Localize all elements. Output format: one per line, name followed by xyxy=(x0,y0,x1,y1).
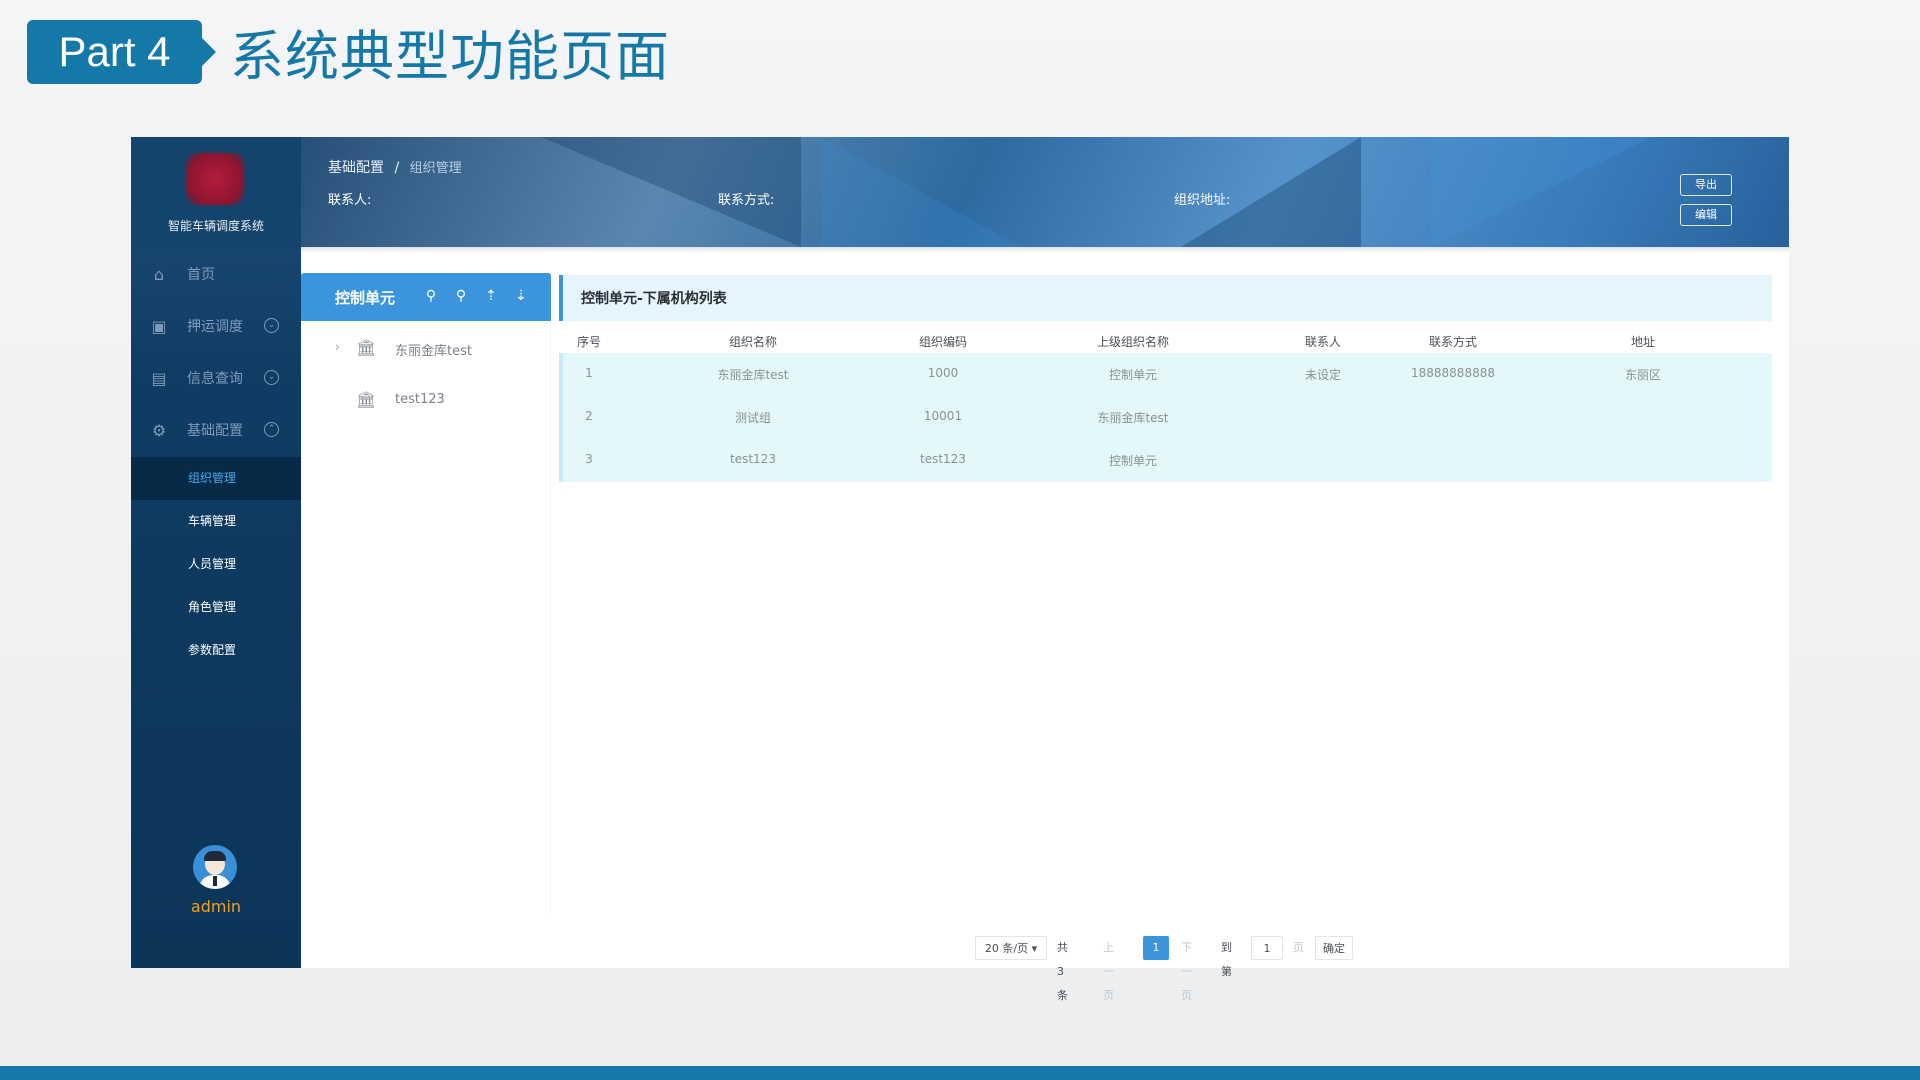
table-header-bar: 控制单元-下属机构列表 xyxy=(559,275,1772,321)
part-badge-arrow xyxy=(202,38,216,66)
next-page-button[interactable]: 下一页 xyxy=(1181,936,1192,1002)
home-icon: ⌂ xyxy=(153,265,165,284)
sort-asc-icon[interactable]: ⇡ xyxy=(481,286,501,306)
phone-label: 联系方式: xyxy=(718,193,775,208)
bank-icon: 🏛 xyxy=(356,390,377,409)
remove-node-icon[interactable]: ⚲ xyxy=(451,286,471,306)
avatar[interactable] xyxy=(193,845,237,889)
tree-title[interactable]: 控制单元 xyxy=(335,287,395,308)
column-header: 地址 xyxy=(1630,335,1655,349)
column-header: 上级组织名称 xyxy=(1096,335,1169,349)
sidebar: 智能车辆调度系统 ⌂ 首页 ▣ 押运调度 ⌄ ▤ 信息查询 ⌄ ⚙ 基础配置 ⌃… xyxy=(131,137,301,968)
subnav-vehicle[interactable]: 车辆管理 xyxy=(131,500,301,543)
subnav-org[interactable]: 组织管理 xyxy=(131,457,301,500)
caret-down-icon: ▾ xyxy=(1031,942,1038,955)
cell-parent-org: 控制单元 xyxy=(1108,454,1157,468)
column-header: 组织编码 xyxy=(918,335,967,349)
cell-org-name: 测试组 xyxy=(734,411,771,425)
page-number-current[interactable]: 1 xyxy=(1143,936,1169,960)
org-tree-panel: 控制单元 ⚲ ⚲ ⇡ ⇣ › 🏛 东丽金库test 🏛 test123 xyxy=(301,273,551,913)
nav-label: 首页 xyxy=(187,267,215,283)
sort-desc-icon[interactable]: ⇣ xyxy=(511,286,531,306)
cell-org-code: test123 xyxy=(920,452,966,466)
sub-org-table-panel: 控制单元-下属机构列表 序号 组织名称 组织编码 上级组织名称 联系人 联系方式… xyxy=(559,275,1772,915)
nav-label: 基础配置 xyxy=(187,423,243,439)
table-row[interactable]: 1 东丽金库test 1000 控制单元 未设定 18888888888 东丽区 xyxy=(559,353,1772,396)
edit-button[interactable]: 编辑 xyxy=(1680,204,1732,226)
subnav-personnel[interactable]: 人员管理 xyxy=(131,543,301,586)
page-unit: 页 xyxy=(1293,941,1304,954)
cell-org-name: test123 xyxy=(730,452,776,466)
breadcrumb: 基础配置 / 组织管理 xyxy=(328,157,462,177)
logo-area: 智能车辆调度系统 xyxy=(131,137,301,249)
goto-label: 到第 xyxy=(1221,941,1232,978)
header-banner: 基础配置 / 组织管理 联系人: 联系方式: 组织地址: xyxy=(301,137,1789,247)
slide-title: 系统典型功能页面 xyxy=(230,25,670,88)
table-row[interactable]: 2 测试组 10001 东丽金库test xyxy=(559,396,1772,439)
column-header: 组织名称 xyxy=(728,335,777,349)
tree-node-label: test123 xyxy=(395,392,445,407)
truck-icon: ▣ xyxy=(151,317,167,336)
tree-node[interactable]: › 🏛 东丽金库test xyxy=(301,329,551,369)
cell-index: 1 xyxy=(585,366,593,380)
system-name: 智能车辆调度系统 xyxy=(167,219,264,233)
nav-item-config[interactable]: ⚙ 基础配置 ⌃ xyxy=(131,405,301,457)
part-badge: Part 4 xyxy=(27,20,202,84)
table-title: 控制单元-下属机构列表 xyxy=(581,291,727,307)
cell-parent-org: 东丽金库test xyxy=(1097,411,1169,425)
cell-org-name: 东丽金库test xyxy=(717,368,789,382)
app-window: 智能车辆调度系统 ⌂ 首页 ▣ 押运调度 ⌄ ▤ 信息查询 ⌄ ⚙ 基础配置 ⌃… xyxy=(131,137,1789,968)
tree-node[interactable]: 🏛 test123 xyxy=(301,381,551,421)
breadcrumb-current: 组织管理 xyxy=(409,161,462,176)
goto-page-input[interactable]: 1 xyxy=(1251,936,1283,960)
cell-org-code: 1000 xyxy=(927,366,959,380)
total-count: 共 3 条 xyxy=(1057,941,1068,1002)
chevron-down-icon: ⌄ xyxy=(264,370,279,385)
contact-label: 联系人: xyxy=(328,193,372,208)
gear-icon: ⚙ xyxy=(151,421,167,440)
cell-contact: 未设定 xyxy=(1304,368,1341,382)
bank-icon: 🏛 xyxy=(356,338,377,357)
cell-address: 东丽区 xyxy=(1624,368,1661,382)
nav-label: 押运调度 xyxy=(187,319,243,335)
subnav-role[interactable]: 角色管理 xyxy=(131,586,301,629)
address-label: 组织地址: xyxy=(1174,193,1231,208)
export-button[interactable]: 导出 xyxy=(1680,174,1732,196)
nav-item-home[interactable]: ⌂ 首页 xyxy=(131,249,301,301)
chevron-right-icon[interactable]: › xyxy=(335,340,340,354)
tree-node-label: 东丽金库test xyxy=(395,344,472,359)
breadcrumb-separator: / xyxy=(394,160,400,176)
page-size-value: 20 条/页 xyxy=(984,942,1029,955)
page-size-select[interactable]: 20 条/页 ▾ xyxy=(975,936,1047,960)
cell-parent-org: 控制单元 xyxy=(1108,368,1157,382)
chevron-down-icon: ⌄ xyxy=(264,318,279,333)
cell-org-code: 10001 xyxy=(923,409,963,423)
breadcrumb-parent[interactable]: 基础配置 xyxy=(328,160,384,176)
cell-phone: 18888888888 xyxy=(1411,366,1495,380)
tree-header: 控制单元 ⚲ ⚲ ⇡ ⇣ xyxy=(301,273,551,321)
logo-icon xyxy=(186,153,244,205)
nav-item-dispatch[interactable]: ▣ 押运调度 ⌄ xyxy=(131,301,301,353)
cell-index: 3 xyxy=(585,452,593,466)
search-doc-icon: ▤ xyxy=(151,369,167,388)
username[interactable]: admin xyxy=(131,897,301,916)
cell-index: 2 xyxy=(585,409,593,423)
add-node-icon[interactable]: ⚲ xyxy=(421,286,441,306)
table-row[interactable]: 3 test123 test123 控制单元 xyxy=(559,439,1772,482)
slide-bottom-bar xyxy=(0,1066,1920,1080)
confirm-button[interactable]: 确定 xyxy=(1315,936,1353,960)
column-header: 联系人 xyxy=(1304,335,1341,349)
chevron-up-icon: ⌃ xyxy=(264,422,279,437)
nav-item-query[interactable]: ▤ 信息查询 ⌄ xyxy=(131,353,301,405)
nav-label: 信息查询 xyxy=(187,371,243,387)
prev-page-button[interactable]: 上一页 xyxy=(1103,936,1114,1002)
subnav-params[interactable]: 参数配置 xyxy=(131,629,301,672)
column-header: 序号 xyxy=(576,335,601,349)
column-header: 联系方式 xyxy=(1428,335,1477,349)
